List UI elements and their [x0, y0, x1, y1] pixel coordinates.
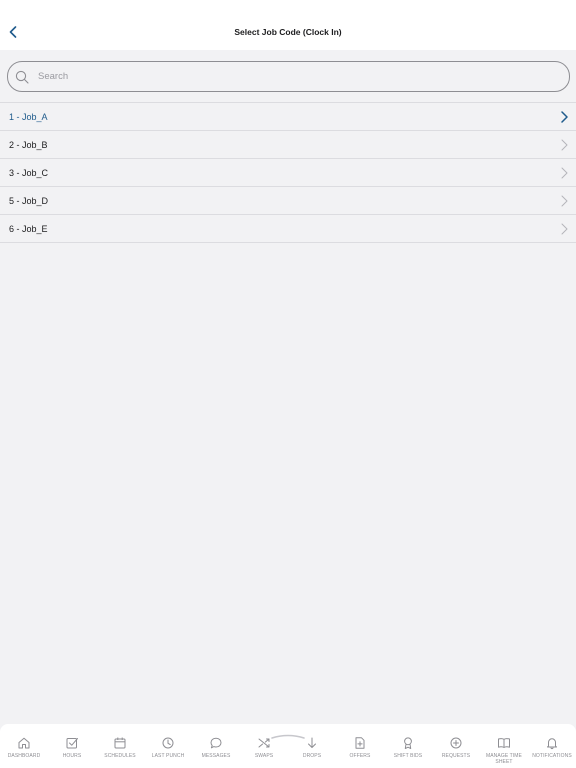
- calendar-icon: [113, 736, 127, 750]
- book-icon: [497, 736, 511, 750]
- search-icon: [15, 70, 29, 84]
- list-item-job-d[interactable]: 5 - Job_D: [0, 187, 576, 215]
- home-icon: [17, 736, 31, 750]
- drawer-grabber[interactable]: [270, 726, 306, 739]
- tab-label: DASHBOARD: [7, 753, 41, 759]
- tab-schedules[interactable]: SCHEDULES: [96, 736, 144, 768]
- tab-hours[interactable]: HOURS: [48, 736, 96, 768]
- document-plus-icon: [353, 736, 367, 750]
- list-item-label: 2 - Job_B: [9, 139, 48, 150]
- tab-notifications[interactable]: NOTIFICATIONS: [528, 736, 576, 768]
- bottom-tab-bar: DASHBOARD HOURS SCHEDULES LAST PUNCH MES…: [0, 724, 576, 768]
- tab-label: REQUESTS: [441, 753, 471, 759]
- list-item-label: 5 - Job_D: [9, 195, 49, 206]
- chevron-right-icon: [559, 167, 569, 179]
- tab-label: OFFERS: [349, 753, 371, 759]
- tab-label: SCHEDULES: [104, 753, 136, 759]
- plus-circle-icon: [449, 736, 463, 750]
- tab-swaps[interactable]: SWAPS: [240, 736, 288, 768]
- chevron-right-icon: [559, 195, 569, 207]
- chevron-right-icon: [559, 139, 569, 151]
- tab-label: MESSAGES: [201, 753, 231, 759]
- search-bar[interactable]: [7, 61, 570, 92]
- tab-label: DROPS: [302, 753, 322, 759]
- tab-shift-bids[interactable]: SHIFT BIDS: [384, 736, 432, 768]
- tab-label: SHIFT BIDS: [393, 753, 423, 759]
- tab-label: LAST PUNCH: [151, 753, 185, 759]
- tab-label: SWAPS: [254, 753, 274, 759]
- checkbox-icon: [65, 736, 79, 750]
- tab-label: MANAGE TIME SHEET: [485, 753, 522, 765]
- page-title: Select Job Code (Clock In): [234, 27, 342, 37]
- shuffle-icon: [257, 736, 271, 750]
- tab-dashboard[interactable]: DASHBOARD: [0, 736, 48, 768]
- chat-bubble-icon: [209, 736, 223, 750]
- nav-header: Select Job Code (Clock In): [0, 0, 576, 50]
- list-item-label: 1 - Job_A: [9, 111, 48, 122]
- chevron-right-icon: [559, 110, 569, 123]
- tab-drops[interactable]: DROPS: [288, 736, 336, 768]
- list-item-label: 3 - Job_C: [9, 167, 49, 178]
- job-code-list: 1 - Job_A 2 - Job_B 3 - Job_C 5 - Job_D …: [0, 102, 576, 243]
- search-input[interactable]: [38, 71, 538, 82]
- tab-label: HOURS: [62, 753, 82, 759]
- award-icon: [401, 736, 415, 750]
- tab-requests[interactable]: REQUESTS: [432, 736, 480, 768]
- list-item-job-e[interactable]: 6 - Job_E: [0, 215, 576, 243]
- tab-label: NOTIFICATIONS: [532, 753, 572, 759]
- tab-messages[interactable]: MESSAGES: [192, 736, 240, 768]
- list-item-job-c[interactable]: 3 - Job_C: [0, 159, 576, 187]
- clock-icon: [161, 736, 175, 750]
- tab-manage-time-sheet[interactable]: MANAGE TIME SHEET: [480, 736, 528, 768]
- arrow-down-icon: [305, 736, 319, 750]
- tab-last-punch[interactable]: LAST PUNCH: [144, 736, 192, 768]
- list-item-job-a[interactable]: 1 - Job_A: [0, 103, 576, 131]
- tab-offers[interactable]: OFFERS: [336, 736, 384, 768]
- list-item-job-b[interactable]: 2 - Job_B: [0, 131, 576, 159]
- bell-icon: [545, 736, 559, 750]
- list-item-label: 6 - Job_E: [9, 223, 48, 234]
- chevron-right-icon: [559, 223, 569, 235]
